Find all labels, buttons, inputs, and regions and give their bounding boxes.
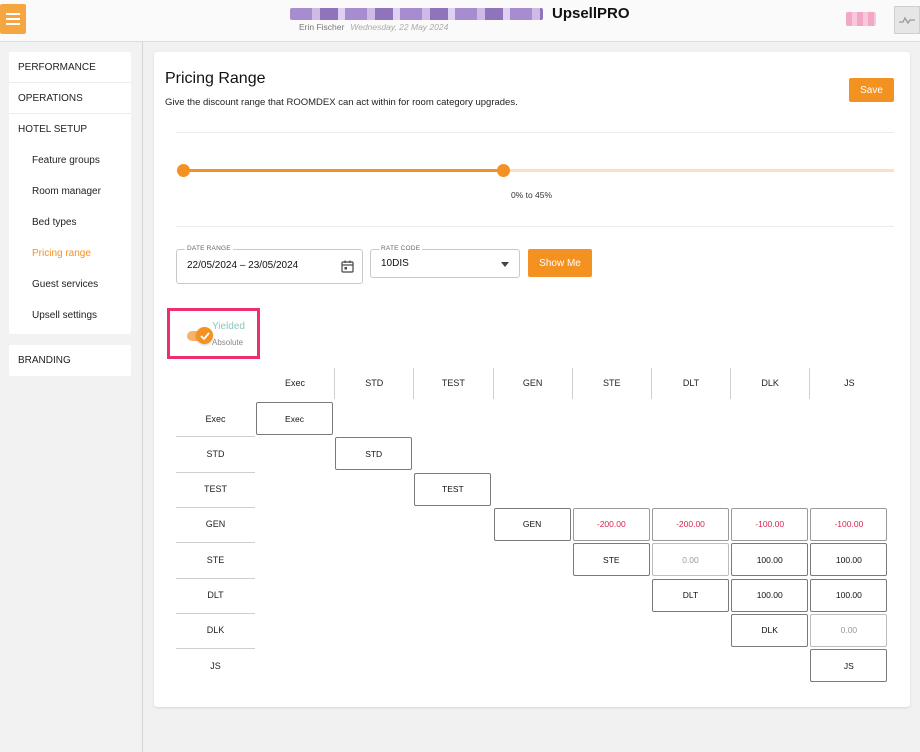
activity-button[interactable] xyxy=(894,6,920,34)
column-separator xyxy=(809,368,811,399)
sidebar-item-operations[interactable]: OPERATIONS xyxy=(9,83,131,114)
price-cell-dlt-to-dlk[interactable]: 100.00 xyxy=(731,578,809,612)
column-separator xyxy=(651,368,652,399)
column-separator xyxy=(492,368,494,399)
column-header-dlk: DLK xyxy=(761,378,779,388)
toggle-label-yielded: Yielded xyxy=(212,321,245,332)
top-bar: UpsellPRO Erin Fischer Wednesday, 22 May … xyxy=(0,0,920,42)
row-separator xyxy=(176,436,255,438)
matrix-diagonal-cell-std: STD xyxy=(335,437,413,471)
matrix-diagonal-cell-gen: GEN xyxy=(493,507,571,541)
sidebar-item-room-manager[interactable]: Room manager xyxy=(9,176,131,207)
rate-code-legend: RATE CODE xyxy=(379,245,423,252)
show-me-button[interactable]: Show Me xyxy=(528,249,592,277)
check-icon xyxy=(199,331,210,340)
row-separator xyxy=(176,506,255,508)
sidebar-item-hotel-setup[interactable]: HOTEL SETUP xyxy=(9,114,131,145)
price-cell-gen-to-dlt[interactable]: -200.00 xyxy=(652,507,729,541)
page-title: Pricing Range xyxy=(165,70,266,87)
row-separator xyxy=(176,577,255,579)
price-cell-dlt-to-js[interactable]: 100.00 xyxy=(810,578,888,612)
matrix-diagonal-cell-dlt: DLT xyxy=(652,578,729,612)
hamburger-icon xyxy=(6,13,20,15)
price-cell-dlk-to-js[interactable]: 0.00 xyxy=(810,613,888,647)
column-header-ste: STE xyxy=(603,378,621,388)
sidebar-item-branding[interactable]: BRANDING xyxy=(9,345,131,376)
row-header-js: JS xyxy=(210,660,221,671)
date-range-field[interactable]: DATE RANGE 22/05/2024 – 23/05/2024 xyxy=(176,245,363,284)
app-title: UpsellPRO xyxy=(552,5,630,22)
column-header-std: STD xyxy=(365,378,384,388)
range-slider-max-handle[interactable] xyxy=(496,164,510,177)
date-range-value: 22/05/2024 – 23/05/2024 xyxy=(187,260,299,271)
sidebar-group-branding: BRANDING xyxy=(9,345,131,376)
calendar-icon[interactable] xyxy=(341,260,354,273)
row-header-dlt: DLT xyxy=(207,590,224,600)
chevron-down-icon xyxy=(501,262,509,267)
avatar[interactable] xyxy=(846,12,876,26)
sidebar-group-top: PERFORMANCE OPERATIONS HOTEL SETUP Featu… xyxy=(9,52,131,334)
row-separator xyxy=(176,612,255,614)
price-cell-gen-to-ste[interactable]: -200.00 xyxy=(572,507,650,541)
price-cell-ste-to-dlk[interactable]: 100.00 xyxy=(731,543,809,577)
column-separator xyxy=(730,368,732,399)
save-button[interactable]: Save xyxy=(849,78,894,102)
menu-button[interactable] xyxy=(0,4,26,34)
matrix-diagonal-cell-test: TEST xyxy=(414,472,492,506)
row-header-test: TEST xyxy=(203,484,227,495)
sidebar-item-guest-services[interactable]: Guest services xyxy=(9,269,131,300)
column-separator xyxy=(413,368,415,399)
matrix-diagonal-cell-ste: STE xyxy=(572,543,650,577)
row-header-ste: STE xyxy=(206,554,225,565)
matrix-diagonal-cell-js: JS xyxy=(810,649,888,683)
row-separator xyxy=(176,648,255,650)
divider xyxy=(176,226,894,227)
hotel-name-redacted xyxy=(290,8,543,20)
row-header-std: STD xyxy=(206,448,225,459)
sidebar-item-pricing-range[interactable]: Pricing range xyxy=(9,238,131,269)
sidebar-item-upsell-settings[interactable]: Upsell settings xyxy=(9,300,131,334)
price-cell-gen-to-js[interactable]: -100.00 xyxy=(810,507,888,541)
sidebar-item-performance[interactable]: PERFORMANCE xyxy=(9,52,131,83)
yielded-toggle-highlight: Yielded Absolute xyxy=(167,308,260,359)
sidebar-item-feature-groups[interactable]: Feature groups xyxy=(9,145,131,176)
column-separator xyxy=(571,368,573,399)
sidebar-item-bed-types[interactable]: Bed types xyxy=(9,207,131,238)
range-slider-label: 0% to 45% xyxy=(510,190,553,200)
page-subtitle: Give the discount range that ROOMDEX can… xyxy=(165,97,518,108)
matrix-diagonal-cell-dlk: DLK xyxy=(731,613,809,647)
rate-code-value: 10DIS xyxy=(381,258,409,269)
activity-icon xyxy=(899,16,915,25)
date-range-legend: DATE RANGE xyxy=(185,245,233,252)
current-date: Wednesday, 22 May 2024 xyxy=(350,22,449,32)
pricing-range-card: Pricing Range Give the discount range th… xyxy=(154,52,910,707)
row-separator xyxy=(176,471,255,473)
column-header-test: TEST xyxy=(441,378,465,388)
column-header-exec: Exec xyxy=(284,378,305,388)
row-header-gen: GEN xyxy=(205,519,226,530)
price-cell-ste-to-js[interactable]: 100.00 xyxy=(810,543,888,577)
user-info: Erin Fischer Wednesday, 22 May 2024 xyxy=(299,22,448,32)
price-cell-ste-to-dlt[interactable]: 0.00 xyxy=(652,543,729,577)
divider xyxy=(176,132,894,133)
price-cell-gen-to-dlk[interactable]: -100.00 xyxy=(731,507,809,541)
rate-code-select[interactable]: RATE CODE 10DIS xyxy=(370,245,520,278)
matrix-diagonal-cell-exec: Exec xyxy=(256,402,333,435)
column-separator xyxy=(334,368,336,399)
row-separator xyxy=(176,542,255,544)
column-header-gen: GEN xyxy=(522,378,543,388)
column-header-js: JS xyxy=(844,378,855,388)
yielded-toggle[interactable] xyxy=(196,327,213,344)
toggle-label-absolute: Absolute xyxy=(212,338,244,347)
row-header-dlk: DLK xyxy=(206,625,225,636)
user-name: Erin Fischer xyxy=(299,22,345,32)
column-header-dlt: DLT xyxy=(682,378,700,388)
range-slider-min-handle[interactable] xyxy=(177,164,190,177)
row-header-exec: Exec xyxy=(205,413,226,424)
range-slider-fill xyxy=(183,169,503,172)
